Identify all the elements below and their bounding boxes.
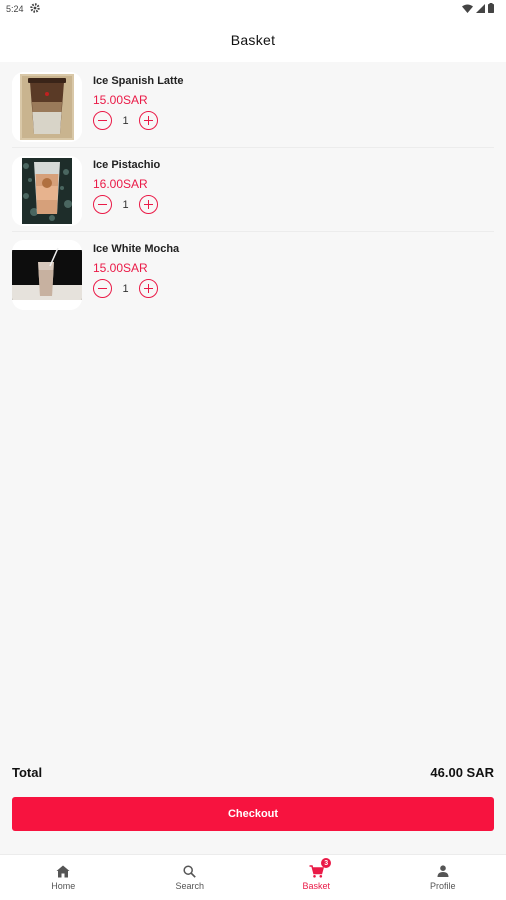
nav-label-profile: Profile — [429, 881, 456, 891]
status-bar: 5:24 — [0, 0, 506, 18]
checkout-label: Checkout — [227, 808, 279, 820]
item-price: 16.00SAR — [93, 177, 148, 191]
status-time: 5:24 — [6, 4, 24, 14]
quantity-value: 1 — [122, 114, 129, 127]
product-image — [12, 156, 82, 226]
nav-item-home[interactable]: Home — [0, 855, 127, 900]
battery-icon — [488, 3, 494, 15]
increase-quantity-button[interactable] — [139, 111, 158, 130]
basket-item: Ice Spanish Latte 15.00SAR 1 — [0, 66, 506, 150]
decrease-quantity-button[interactable] — [93, 111, 112, 130]
item-price: 15.00SAR — [93, 93, 148, 107]
home-icon — [55, 864, 71, 878]
settings-gear-icon — [29, 3, 40, 15]
item-name: Ice Pistachio — [93, 159, 161, 171]
item-price: 15.00SAR — [93, 261, 148, 275]
person-icon — [435, 864, 451, 878]
app-bar: Basket — [0, 18, 506, 62]
wifi-icon — [462, 4, 473, 15]
basket-item: Ice White Mocha 15.00SAR 1 — [0, 234, 506, 318]
decrease-quantity-button[interactable] — [93, 195, 112, 214]
checkout-button[interactable]: Checkout — [12, 797, 494, 831]
page-title: Basket — [230, 32, 276, 48]
cart-count-badge: 3 — [321, 858, 332, 868]
basket-list: Ice Spanish Latte 15.00SAR 1 Ice Pistach… — [0, 66, 506, 318]
minus-icon — [98, 287, 107, 290]
signal-icon — [476, 3, 485, 15]
minus-icon — [98, 119, 107, 122]
nav-item-basket[interactable]: 3 Basket — [253, 855, 380, 900]
nav-label-basket: Basket — [302, 881, 330, 891]
quantity-stepper: 1 — [93, 279, 179, 298]
item-name: Ice Spanish Latte — [93, 75, 184, 87]
quantity-value: 1 — [122, 198, 129, 211]
increase-quantity-button[interactable] — [139, 279, 158, 298]
bottom-nav: Home Search 3 Basket Profile — [0, 854, 506, 900]
quantity-value: 1 — [122, 282, 129, 295]
total-label: Total — [12, 764, 43, 780]
nav-item-profile[interactable]: Profile — [380, 855, 506, 900]
search-icon — [182, 864, 198, 878]
quantity-stepper: 1 — [93, 195, 160, 214]
total-row: Total 46.00 SAR — [12, 762, 494, 782]
nav-label-home: Home — [51, 881, 76, 891]
total-value: 46.00 SAR — [430, 764, 494, 780]
nav-item-search[interactable]: Search — [127, 855, 254, 900]
decrease-quantity-button[interactable] — [93, 279, 112, 298]
minus-icon — [98, 203, 107, 206]
basket-item: Ice Pistachio 16.00SAR 1 — [0, 150, 506, 234]
increase-quantity-button[interactable] — [139, 195, 158, 214]
item-name: Ice White Mocha — [93, 243, 180, 255]
product-image — [12, 72, 82, 142]
quantity-stepper: 1 — [93, 111, 183, 130]
nav-label-search: Search — [175, 881, 205, 891]
product-image — [12, 240, 82, 310]
cart-icon: 3 — [308, 858, 332, 878]
